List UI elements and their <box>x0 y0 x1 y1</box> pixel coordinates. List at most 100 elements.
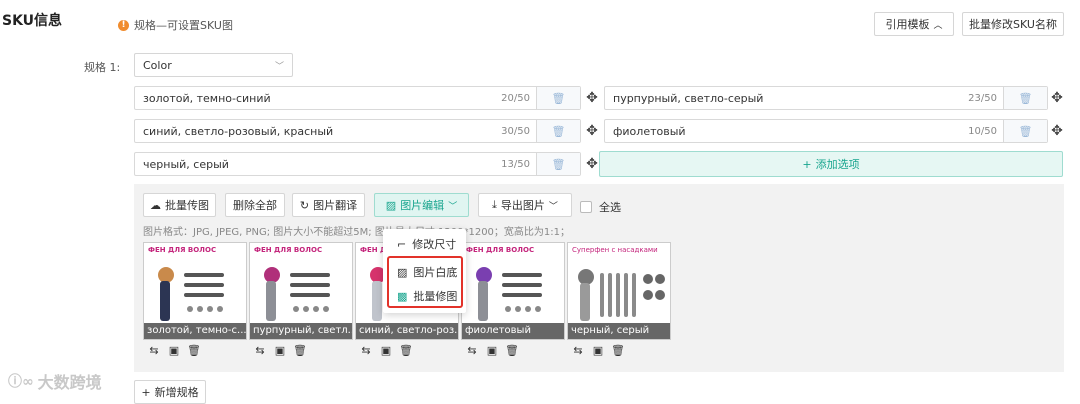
image-icon[interactable]: ▣ <box>379 343 393 357</box>
option-count: 30/50 <box>501 125 530 137</box>
highlight-box <box>387 256 463 308</box>
image-icon: ▨ <box>385 198 397 212</box>
crop-icon: ⌐ <box>397 237 407 251</box>
option-row[interactable]: золотой, темно-синий 20/50 🗑 <box>134 86 581 110</box>
plus-icon: + <box>141 385 151 399</box>
chevron-down-icon: ﹀ <box>274 61 284 72</box>
add-spec-button[interactable]: + 新增规格 <box>134 380 206 404</box>
chevron-down-icon: ﹀ <box>448 201 458 212</box>
batch-rename-button[interactable]: 批量修改SKU名称 <box>962 12 1064 36</box>
hair-dryer-image <box>476 267 542 321</box>
watermark: ⓘ∞ 大数跨境 <box>8 369 102 393</box>
batch-upload-label: 批量传图 <box>165 199 209 212</box>
sku-image-card[interactable]: Суперфен с насадками черный, серый <box>567 242 671 340</box>
trash-icon[interactable]: 🗑 <box>1003 87 1047 109</box>
template-button-label: 引用模板 <box>885 18 930 31</box>
option-text[interactable]: черный, серый <box>135 158 501 171</box>
image-caption: золотой, темно-с... <box>144 323 246 339</box>
drag-handle-icon[interactable]: ✥ <box>1050 90 1064 106</box>
trash-icon[interactable]: 🗑 <box>505 343 519 357</box>
translate-label: 图片翻译 <box>313 199 358 212</box>
image-edit-button[interactable]: ▨ 图片编辑 ﹀ <box>374 193 469 217</box>
plus-icon: + <box>802 157 812 171</box>
hair-dryer-image <box>158 267 224 321</box>
select-all-label: 全选 <box>599 201 621 214</box>
hair-dryer-image <box>264 267 330 321</box>
batch-upload-button[interactable]: ☁ 批量传图 <box>143 193 216 217</box>
option-row[interactable]: черный, серый 13/50 🗑 <box>134 152 581 176</box>
image-caption: черный, серый <box>568 323 670 339</box>
option-count: 20/50 <box>501 92 530 104</box>
sku-image-card[interactable]: ФЕН ДЛЯ ВОЛОС пурпурный, светл... <box>249 242 353 340</box>
image-icon[interactable]: ▣ <box>591 343 605 357</box>
option-row[interactable]: фиолетовый 10/50 🗑 <box>604 119 1048 143</box>
menu-item-label: 修改尺寸 <box>412 238 457 251</box>
template-button[interactable]: 引用模板 ︿ <box>874 12 954 36</box>
translate-button[interactable]: ↻ 图片翻译 <box>292 193 365 217</box>
add-option-label: 添加选项 <box>815 158 860 171</box>
add-option-button[interactable]: + 添加选项 <box>599 151 1063 177</box>
add-spec-label: 新增规格 <box>154 386 199 399</box>
option-count: 10/50 <box>968 125 997 137</box>
sku-image-card[interactable]: ФЕН ДЛЯ ВОЛОС фиолетовый <box>461 242 565 340</box>
option-count: 23/50 <box>968 92 997 104</box>
warning-icon: ! <box>118 19 129 31</box>
drag-handle-icon[interactable]: ✥ <box>585 156 599 172</box>
trash-icon[interactable]: 🗑 <box>536 120 580 142</box>
replace-icon[interactable]: ⇆ <box>465 343 479 357</box>
drag-handle-icon[interactable]: ✥ <box>1050 123 1064 139</box>
trash-icon[interactable]: 🗑 <box>536 87 580 109</box>
trash-icon[interactable]: 🗑 <box>399 343 413 357</box>
replace-icon[interactable]: ⇆ <box>359 343 373 357</box>
image-edit-label: 图片编辑 <box>400 199 445 212</box>
menu-item-resize[interactable]: ⌐ 修改尺寸 <box>383 232 466 256</box>
download-icon: ⤓ <box>492 198 497 211</box>
card-tools: ⇆ ▣ 🗑 <box>571 343 625 357</box>
image-icon[interactable]: ▣ <box>485 343 499 357</box>
card-tools: ⇆ ▣ 🗑 <box>253 343 307 357</box>
option-text[interactable]: золотой, темно-синий <box>135 92 501 105</box>
replace-icon[interactable]: ⇆ <box>147 343 161 357</box>
option-row[interactable]: пурпурный, светло-серый 23/50 🗑 <box>604 86 1048 110</box>
spec-select-value: Color <box>143 58 172 72</box>
image-caption: фиолетовый <box>462 323 564 339</box>
trash-icon[interactable]: 🗑 <box>187 343 201 357</box>
spec-label: 规格 1: <box>84 61 121 74</box>
sku-image-card[interactable]: ФЕН ДЛЯ ВОЛОС золотой, темно-с... <box>143 242 247 340</box>
trash-icon[interactable]: 🗑 <box>611 343 625 357</box>
sku-hint-text: 规格—可设置SKU图 <box>134 19 233 32</box>
select-all-control[interactable]: 全选 <box>580 199 621 215</box>
card-tools: ⇆ ▣ 🗑 <box>359 343 413 357</box>
chevron-up-icon: ︿ <box>933 20 943 31</box>
chevron-down-icon: ﹀ <box>548 201 558 212</box>
export-button[interactable]: ⤓ 导出图片 ﹀ <box>478 193 572 217</box>
export-label: 导出图片 <box>500 199 545 212</box>
option-text[interactable]: фиолетовый <box>605 125 968 138</box>
cloud-upload-icon: ☁ <box>150 198 161 212</box>
spec-select[interactable]: Color ﹀ <box>134 53 293 77</box>
replace-icon[interactable]: ⇆ <box>571 343 585 357</box>
drag-handle-icon[interactable]: ✥ <box>585 90 599 106</box>
card-tools: ⇆ ▣ 🗑 <box>147 343 201 357</box>
replace-icon[interactable]: ⇆ <box>253 343 267 357</box>
image-icon[interactable]: ▣ <box>167 343 181 357</box>
section-title: SKU信息 <box>2 13 63 29</box>
trash-icon[interactable]: 🗑 <box>293 343 307 357</box>
delete-all-button[interactable]: 删除全部 <box>225 193 285 217</box>
trash-icon[interactable]: 🗑 <box>1003 120 1047 142</box>
hair-dryer-image <box>578 269 665 321</box>
option-text[interactable]: пурпурный, светло-серый <box>605 92 968 105</box>
image-icon[interactable]: ▣ <box>273 343 287 357</box>
option-count: 13/50 <box>501 158 530 170</box>
sku-hint: ! 规格—可设置SKU图 <box>118 17 233 33</box>
trash-icon[interactable]: 🗑 <box>536 153 580 175</box>
option-row[interactable]: синий, светло-розовый, красный 30/50 🗑 <box>134 119 581 143</box>
format-hint: 图片格式：JPG, JPEG, PNG; 图片大小不能超过5M; 图片最大尺寸 … <box>143 227 571 238</box>
option-text[interactable]: синий, светло-розовый, красный <box>135 125 501 138</box>
drag-handle-icon[interactable]: ✥ <box>585 123 599 139</box>
card-tools: ⇆ ▣ 🗑 <box>465 343 519 357</box>
select-all-checkbox[interactable] <box>580 201 592 213</box>
logo-icon: ⓘ∞ <box>8 374 34 390</box>
image-caption: пурпурный, светл... <box>250 323 352 339</box>
watermark-text: 大数跨境 <box>37 373 102 392</box>
